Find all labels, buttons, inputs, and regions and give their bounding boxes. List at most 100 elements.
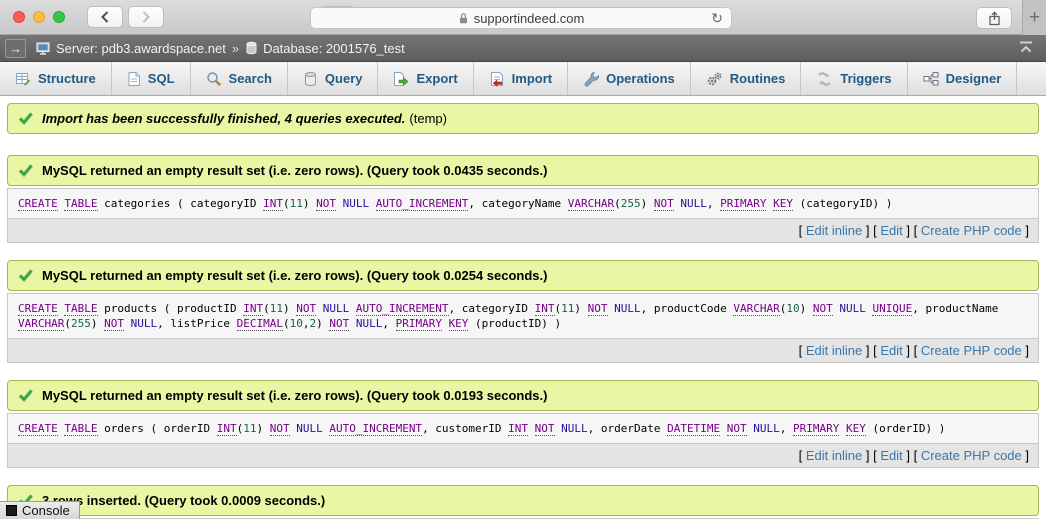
edit-inline-link[interactable]: Edit inline [806, 448, 862, 463]
sql-token: PRIMARY [793, 422, 839, 436]
sql-token: ( [283, 317, 290, 330]
query-result-orders: MySQL returned an empty result set (i.e.… [7, 380, 1039, 468]
console-icon [6, 505, 17, 516]
query-icon [303, 71, 318, 87]
sql-query-text: CREATE TABLE categories ( categoryID INT… [7, 188, 1039, 219]
sql-token [349, 302, 356, 315]
address-bar[interactable]: supportindeed.com ↻ [310, 7, 732, 29]
collapse-panel-icon[interactable] [1018, 40, 1034, 57]
sql-token: CREATE [18, 422, 58, 436]
sql-token: products ( productID [98, 302, 244, 315]
create-php-code-link[interactable]: Create PHP code [921, 223, 1022, 238]
fullscreen-button[interactable] [53, 11, 65, 23]
tab-export[interactable]: Export [378, 62, 473, 95]
operations-icon [583, 71, 599, 87]
sql-token: ) [316, 317, 329, 330]
reload-icon[interactable]: ↻ [711, 10, 723, 27]
tab-query[interactable]: Query [288, 62, 379, 95]
query-tools: [ Edit inline ] [ Edit ] [ Create PHP co… [7, 339, 1039, 363]
sql-token: VARCHAR [568, 197, 614, 211]
sql-token: , orderDate [588, 422, 667, 435]
share-button[interactable] [976, 7, 1012, 29]
import-icon [489, 71, 505, 87]
sql-token: ( [614, 197, 621, 210]
breadcrumb-database-link[interactable]: Database: 2001576_test [263, 41, 405, 56]
query-message-text: MySQL returned an empty result set (i.e.… [42, 163, 547, 178]
edit-link[interactable]: Edit [880, 448, 902, 463]
sql-token: TABLE [64, 302, 97, 316]
pma-tab-bar: Structure SQL Search Query Export Import… [0, 62, 1046, 96]
sql-token [839, 422, 846, 435]
sql-token [336, 197, 343, 210]
edit-inline-link[interactable]: Edit inline [806, 223, 862, 238]
edit-link[interactable]: Edit [880, 343, 902, 358]
sql-token: NULL [296, 422, 323, 435]
routines-icon [706, 71, 723, 87]
sql-token: KEY [846, 422, 866, 436]
close-button[interactable] [13, 11, 25, 23]
sql-token: 11 [243, 422, 256, 435]
sql-token: 255 [621, 197, 641, 210]
sql-token: PRIMARY [720, 197, 766, 211]
edit-inline-link[interactable]: Edit inline [806, 343, 862, 358]
new-tab-button[interactable]: + [1022, 0, 1046, 35]
sql-token: , productCode [641, 302, 734, 315]
sql-token: NOT [813, 302, 833, 316]
triggers-icon [816, 71, 833, 87]
breadcrumb: → Server: pdb3.awardspace.net » Database… [0, 35, 1046, 62]
sql-token: NOT [654, 197, 674, 211]
tab-search[interactable]: Search [191, 62, 288, 95]
sql-token: , customerID [422, 422, 508, 435]
tab-triggers[interactable]: Triggers [801, 62, 907, 95]
lock-icon [458, 12, 469, 25]
query-tools: [ Edit inline ] [ Edit ] [ Create PHP co… [7, 219, 1039, 243]
query-message-text: 3 rows inserted. (Query took 0.0009 seco… [42, 493, 325, 508]
tab-designer[interactable]: Designer [908, 62, 1018, 95]
sql-token: 11 [561, 302, 574, 315]
breadcrumb-server-link[interactable]: Server: pdb3.awardspace.net [56, 41, 226, 56]
query-result-insert: 3 rows inserted. (Query took 0.0009 seco… [7, 485, 1039, 519]
query-result-products: MySQL returned an empty result set (i.e.… [7, 260, 1039, 363]
create-php-code-link[interactable]: Create PHP code [921, 448, 1022, 463]
sql-token [369, 197, 376, 210]
sql-token: INT [243, 302, 263, 316]
tab-sql[interactable]: SQL [112, 62, 191, 95]
forward-button[interactable] [128, 6, 164, 28]
export-icon [393, 71, 409, 87]
sql-token: 255 [71, 317, 91, 330]
sql-query-text: CREATE TABLE orders ( orderID INT(11) NO… [7, 413, 1039, 444]
sql-token: NULL [614, 302, 641, 315]
sql-token: ( [263, 302, 270, 315]
sql-token: ) [303, 197, 316, 210]
tab-structure[interactable]: Structure [0, 62, 112, 95]
show-navigation-button[interactable]: → [5, 39, 26, 58]
tab-routines[interactable]: Routines [691, 62, 802, 95]
success-check-icon [18, 112, 33, 125]
sql-token: NOT [535, 422, 555, 436]
sql-token: 10 [290, 317, 303, 330]
back-button[interactable] [87, 6, 123, 28]
sql-token: NOT [588, 302, 608, 316]
edit-link[interactable]: Edit [880, 223, 902, 238]
sql-token [720, 422, 727, 435]
designer-icon [923, 71, 939, 87]
sql-token: ) [91, 317, 104, 330]
sql-token: UNIQUE [872, 302, 912, 316]
sql-token: (orderID) ) [866, 422, 945, 435]
minimize-button[interactable] [33, 11, 45, 23]
database-icon [245, 41, 258, 55]
sql-token [349, 317, 356, 330]
sql-token: ) [800, 302, 813, 315]
result-area: Import has been successfully finished, 4… [0, 96, 1046, 519]
sql-token: VARCHAR [18, 317, 64, 331]
console-toggle[interactable]: Console [0, 501, 80, 519]
sql-token: orders ( orderID [98, 422, 217, 435]
sql-token: VARCHAR [733, 302, 779, 316]
breadcrumb-separator: » [232, 41, 239, 56]
sql-token: CREATE [18, 302, 58, 316]
tab-operations[interactable]: Operations [568, 62, 691, 95]
tab-import[interactable]: Import [474, 62, 568, 95]
create-php-code-link[interactable]: Create PHP code [921, 343, 1022, 358]
sql-token: TABLE [64, 197, 97, 211]
query-result-categories: MySQL returned an empty result set (i.e.… [7, 155, 1039, 243]
